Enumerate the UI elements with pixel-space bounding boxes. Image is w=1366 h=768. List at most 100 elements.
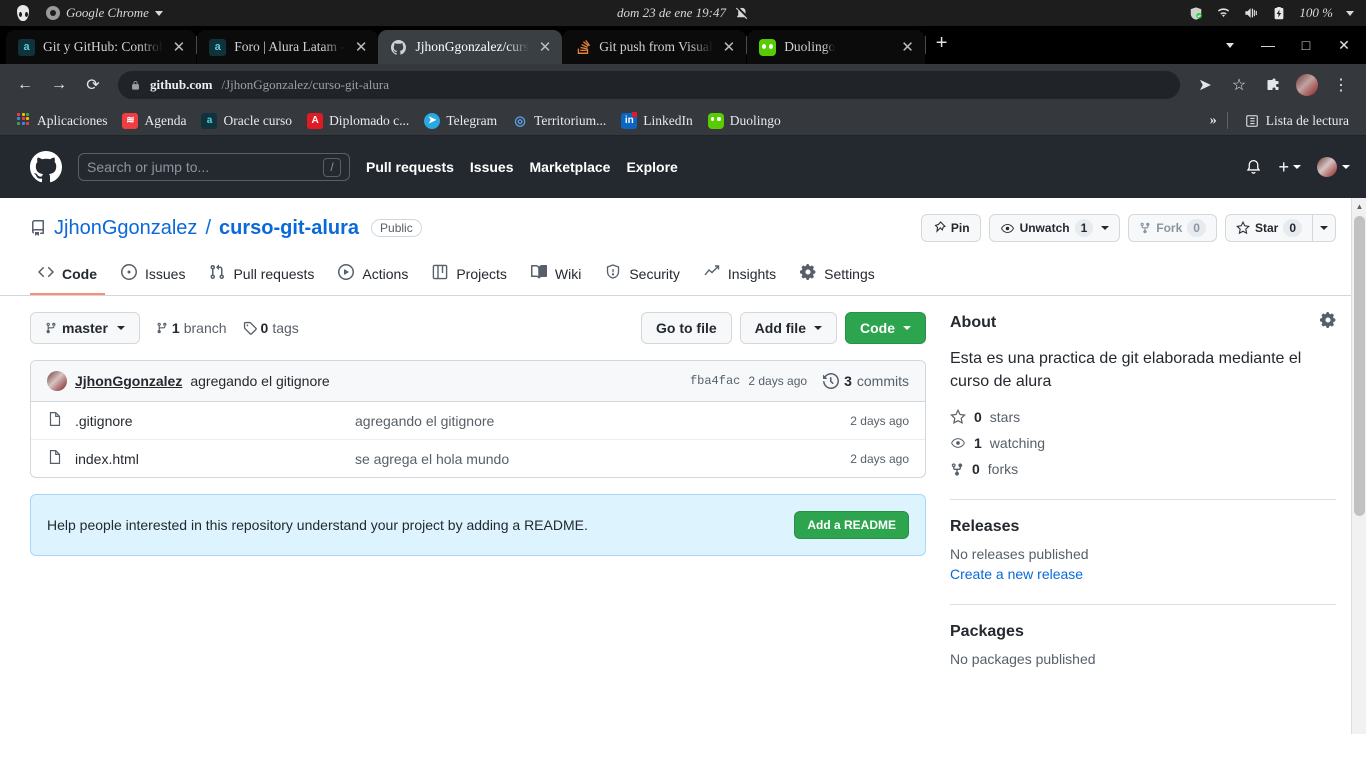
pin-button[interactable]: Pin xyxy=(920,214,981,242)
search-box[interactable]: / xyxy=(78,153,350,181)
fork-button[interactable]: Fork 0 xyxy=(1128,214,1217,242)
volume-icon[interactable] xyxy=(1244,6,1259,20)
scroll-up-arrow-icon[interactable]: ▲ xyxy=(1352,198,1366,214)
share-icon[interactable]: ➤ xyxy=(1190,70,1220,100)
maximize-button[interactable]: □ xyxy=(1288,32,1324,58)
tab-security[interactable]: Security xyxy=(597,256,688,295)
tab-pull-requests[interactable]: Pull requests xyxy=(201,256,322,295)
releases-empty-text: No releases published xyxy=(950,546,1089,563)
profile-avatar[interactable] xyxy=(1292,70,1322,100)
add-file-button[interactable]: Add file xyxy=(739,312,837,344)
avatar[interactable] xyxy=(47,371,67,391)
table-row[interactable]: index.html se agrega el hola mundo 2 day… xyxy=(31,440,925,477)
forks-stat[interactable]: 0 forks xyxy=(950,461,1336,477)
file-commit-message[interactable]: agregando el gitignore xyxy=(355,413,850,429)
close-icon[interactable]: ✕ xyxy=(721,38,738,56)
browser-menu-button[interactable]: ⋮ xyxy=(1326,70,1356,100)
create-new-button[interactable]: + xyxy=(1278,158,1301,176)
file-name-link[interactable]: index.html xyxy=(75,451,355,467)
star-button[interactable]: Star 0 xyxy=(1224,214,1312,242)
reading-list-button[interactable]: Lista de lectura xyxy=(1238,110,1355,132)
file-action-buttons: Go to file Add file Code xyxy=(640,312,926,344)
close-window-button[interactable]: ✕ xyxy=(1326,32,1362,58)
tag-count-value: 0 xyxy=(260,320,269,336)
code-download-button[interactable]: Code xyxy=(845,312,926,344)
create-release-link[interactable]: Create a new release xyxy=(950,566,1336,582)
tab-settings[interactable]: Settings xyxy=(792,256,883,295)
repo-owner-link[interactable]: JjhonGgonzalez xyxy=(54,217,197,240)
branch-selector[interactable]: master xyxy=(30,312,140,344)
vertical-scrollbar[interactable]: ▲ ▼ xyxy=(1351,198,1366,734)
minimize-button[interactable]: — xyxy=(1250,32,1286,58)
tab-wiki[interactable]: Wiki xyxy=(523,256,589,295)
shield-icon[interactable] xyxy=(1189,6,1203,21)
search-input[interactable] xyxy=(87,159,323,175)
commit-sha[interactable]: fba4fac xyxy=(690,374,740,388)
browser-tab-5[interactable]: Duolingo ✕ xyxy=(747,30,925,64)
bookmark-telegram[interactable]: ➤ Telegram xyxy=(418,110,503,132)
bookmark-territorium[interactable]: ◎ Territorium... xyxy=(506,110,612,132)
back-button[interactable]: ← xyxy=(10,70,40,100)
nav-marketplace[interactable]: Marketplace xyxy=(530,159,611,175)
extensions-icon[interactable] xyxy=(1258,70,1288,100)
bookmark-aplicaciones[interactable]: Aplicaciones xyxy=(9,110,113,132)
tab-projects[interactable]: Projects xyxy=(424,256,515,295)
gear-icon[interactable] xyxy=(1319,311,1336,333)
nav-issues[interactable]: Issues xyxy=(470,159,514,175)
tab-search-icon[interactable] xyxy=(1212,32,1248,58)
close-icon[interactable]: ✕ xyxy=(537,38,554,56)
stars-stat[interactable]: 0 stars xyxy=(950,409,1336,425)
file-commit-message[interactable]: se agrega el hola mundo xyxy=(355,451,850,467)
file-name-link[interactable]: .gitignore xyxy=(75,413,355,429)
new-tab-button[interactable]: + xyxy=(926,32,958,58)
commit-author-link[interactable]: JjhonGgonzalez xyxy=(75,373,182,389)
unwatch-button[interactable]: Unwatch 1 xyxy=(988,214,1121,242)
tab-code[interactable]: Code xyxy=(30,256,105,295)
wifi-icon[interactable] xyxy=(1216,6,1231,20)
star-dropdown-button[interactable] xyxy=(1312,214,1336,242)
tag-count[interactable]: 0 tags xyxy=(243,320,299,336)
bookmark-label: Telegram xyxy=(446,112,498,128)
os-app-menu[interactable]: Google Chrome xyxy=(46,5,163,21)
bell-icon[interactable] xyxy=(1245,159,1262,176)
forward-button[interactable]: → xyxy=(44,70,74,100)
address-bar[interactable]: github.com/JjhonGgonzalez/curso-git-alur… xyxy=(118,71,1180,99)
scrollbar-thumb[interactable] xyxy=(1354,216,1365,516)
chevron-down-icon[interactable] xyxy=(1346,10,1354,16)
tab-actions[interactable]: Actions xyxy=(330,256,416,295)
bookmark-star-icon[interactable]: ☆ xyxy=(1224,70,1254,100)
add-readme-button[interactable]: Add a README xyxy=(794,511,909,539)
global-nav: Pull requests Issues Marketplace Explore xyxy=(366,159,678,175)
close-icon[interactable]: ✕ xyxy=(171,38,188,56)
table-row[interactable]: .gitignore agregando el gitignore 2 days… xyxy=(31,402,925,440)
browser-tab-1[interactable]: a Git y GitHub: Control ✕ xyxy=(6,30,197,64)
github-logo-icon[interactable] xyxy=(30,151,62,183)
bookmark-linkedin[interactable]: in LinkedIn xyxy=(615,110,699,132)
user-avatar-menu[interactable] xyxy=(1317,157,1350,177)
nav-pull-requests[interactable]: Pull requests xyxy=(366,159,454,175)
browser-tab-2[interactable]: a Foro | Alura Latam - ✕ xyxy=(197,30,379,64)
bookmark-diplomado[interactable]: A Diplomado c... xyxy=(301,110,415,132)
commit-message-link[interactable]: agregando el gitignore xyxy=(190,373,329,389)
bookmark-duolingo[interactable]: Duolingo xyxy=(702,110,787,132)
close-icon[interactable]: ✕ xyxy=(899,38,916,56)
go-to-file-button[interactable]: Go to file xyxy=(640,312,732,344)
tab-issues[interactable]: Issues xyxy=(113,256,193,295)
reload-button[interactable]: ⟳ xyxy=(78,70,108,100)
unwatch-count: 1 xyxy=(1074,219,1094,237)
browser-tab-3-active[interactable]: JjhonGgonzalez/curs ✕ xyxy=(378,30,563,64)
branch-count[interactable]: 1 branch xyxy=(156,320,227,336)
browser-tab-4[interactable]: Git push from Visual ✕ xyxy=(562,30,747,64)
repo-name-link[interactable]: curso-git-alura xyxy=(219,217,359,240)
nav-explore[interactable]: Explore xyxy=(626,159,677,175)
bookmarks-overflow-button[interactable]: » xyxy=(1210,113,1217,129)
close-icon[interactable]: ✕ xyxy=(353,38,370,56)
bookmark-agenda[interactable]: ≋ Agenda xyxy=(116,110,192,132)
notifications-muted-icon[interactable] xyxy=(735,6,749,20)
battery-icon[interactable] xyxy=(1272,6,1286,21)
commits-count-link[interactable]: 3 commits xyxy=(823,373,909,389)
tab-insights[interactable]: Insights xyxy=(696,256,784,295)
watching-stat[interactable]: 1 watching xyxy=(950,435,1336,451)
bookmark-oracle-curso[interactable]: a Oracle curso xyxy=(195,110,298,132)
os-clock[interactable]: dom 23 de ene 19:47 xyxy=(617,5,749,21)
